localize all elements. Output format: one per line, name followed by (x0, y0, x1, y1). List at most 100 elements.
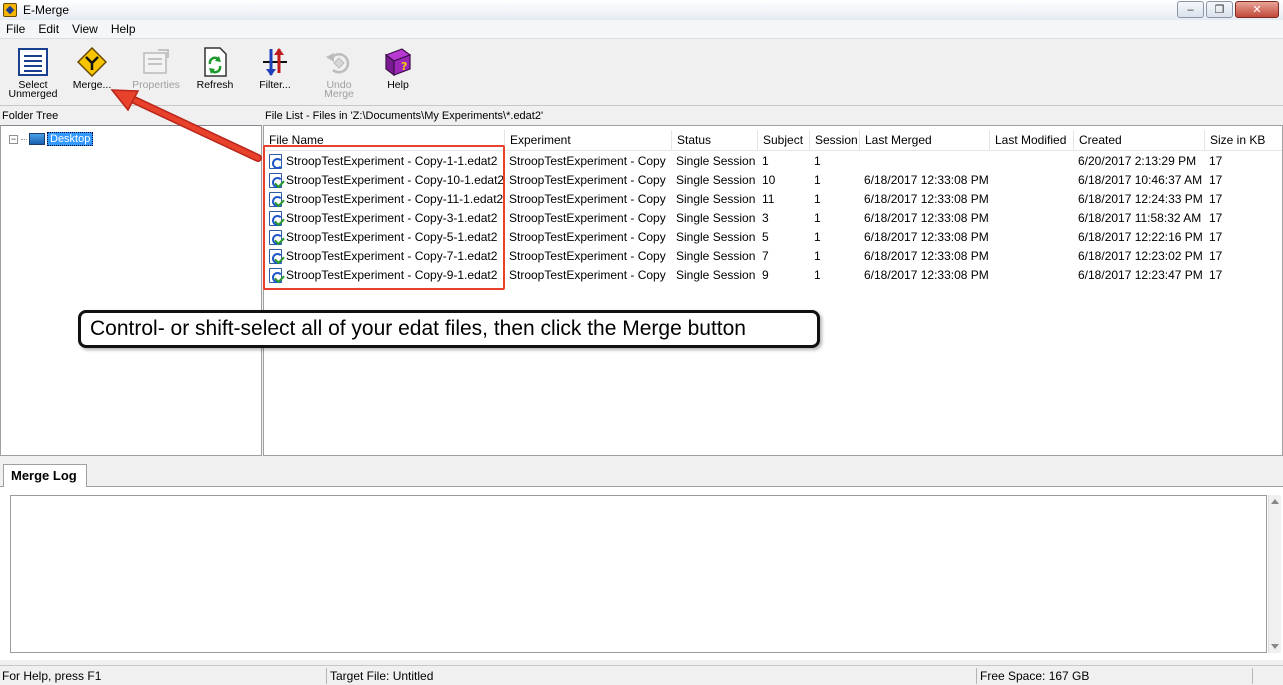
refresh-icon (199, 46, 231, 78)
cell-subject: 3 (762, 211, 769, 225)
close-button[interactable]: ✕ (1235, 1, 1279, 18)
instruction-callout: Control- or shift-select all of your eda… (78, 310, 820, 348)
cell-subject: 10 (762, 173, 776, 187)
help-button[interactable]: ? Help (369, 46, 427, 102)
help-book-icon: ? (382, 46, 414, 78)
cell-size: 17 (1209, 192, 1223, 206)
merge-log-scrollbar[interactable] (1268, 495, 1281, 653)
filter-button[interactable]: Filter... (246, 46, 304, 102)
cell-last-merged (864, 152, 988, 171)
table-row[interactable]: StroopTestExperiment - Copy-7-1.edat2 Str… (264, 247, 1282, 266)
properties-icon (140, 46, 172, 78)
cell-last-modified (994, 228, 1072, 247)
scroll-up-icon[interactable] (1271, 499, 1279, 504)
column-created[interactable]: Created (1074, 130, 1205, 150)
refresh-button[interactable]: Refresh (186, 46, 244, 102)
cell-session: 1 (814, 249, 821, 263)
cell-subject: 9 (762, 268, 769, 282)
cell-last-modified (994, 152, 1072, 171)
cell-subject: 7 (762, 249, 769, 263)
cell-last-merged: 6/18/2017 12:33:08 PM (864, 249, 988, 263)
pane-splitter[interactable] (0, 456, 1283, 464)
file-list-column-header: File Name Experiment Status Subject Sess… (264, 130, 1282, 151)
cell-status: Single Session (676, 230, 756, 244)
cell-last-modified (994, 209, 1072, 228)
column-session[interactable]: Session (810, 130, 860, 150)
menu-edit[interactable]: Edit (32, 22, 66, 36)
menu-view[interactable]: View (66, 22, 105, 36)
cell-file-name: StroopTestExperiment - Copy-1-1.edat2 (286, 154, 498, 168)
cell-created: 6/18/2017 12:22:16 PM (1078, 230, 1203, 244)
desktop-icon (29, 133, 45, 145)
cell-created: 6/18/2017 12:23:02 PM (1078, 249, 1203, 263)
tab-merge-log[interactable]: Merge Log (3, 464, 87, 487)
minimize-button[interactable]: – (1177, 1, 1204, 18)
cell-file-name: StroopTestExperiment - Copy-7-1.edat2 (286, 249, 498, 263)
window-controls: – ❐ ✕ (1177, 1, 1279, 18)
menu-file[interactable]: File (0, 22, 32, 36)
column-status[interactable]: Status (672, 130, 758, 150)
undo-merge-button[interactable]: Undo Merge (310, 46, 368, 102)
edat-file-icon (269, 173, 283, 188)
table-row[interactable]: StroopTestExperiment - Copy-1-1.edat2 Str… (264, 152, 1282, 171)
edat-file-icon (269, 192, 283, 207)
column-last-merged[interactable]: Last Merged (860, 130, 990, 150)
table-row[interactable]: StroopTestExperiment - Copy-11-1.edat2 St… (264, 190, 1282, 209)
tree-label-desktop[interactable]: Desktop (47, 132, 94, 146)
cell-experiment: StroopTestExperiment - Copy (509, 211, 666, 225)
column-experiment[interactable]: Experiment (505, 130, 672, 150)
table-row[interactable]: StroopTestExperiment - Copy-10-1.edat2 St… (264, 171, 1282, 190)
filter-label: Filter... (259, 79, 291, 91)
cell-created: 6/18/2017 11:58:32 AM (1078, 211, 1202, 225)
cell-last-modified (994, 171, 1072, 190)
tree-connector (21, 138, 27, 140)
cell-last-modified (994, 190, 1072, 209)
undo-merge-icon (323, 46, 355, 78)
cell-status: Single Session (676, 249, 756, 263)
file-list[interactable]: File Name Experiment Status Subject Sess… (263, 125, 1283, 456)
cell-size: 17 (1209, 154, 1223, 168)
file-list-header: File List - Files in 'Z:\Documents\My Ex… (263, 108, 1283, 125)
cell-file-name: StroopTestExperiment - Copy-3-1.edat2 (286, 211, 498, 225)
tree-node-desktop[interactable]: − Desktop (9, 132, 94, 146)
column-last-modified[interactable]: Last Modified (990, 130, 1074, 150)
cell-created: 6/18/2017 12:23:47 PM (1078, 268, 1203, 282)
restore-button[interactable]: ❐ (1206, 1, 1233, 18)
cell-size: 17 (1209, 230, 1223, 244)
select-unmerged-label: Select Unmerged (8, 79, 58, 100)
table-row[interactable]: StroopTestExperiment - Copy-9-1.edat2 Str… (264, 266, 1282, 285)
merge-log-pane (0, 486, 1283, 660)
cell-file-name: StroopTestExperiment - Copy-9-1.edat2 (286, 268, 498, 282)
merge-button[interactable]: Merge... (63, 46, 121, 102)
undo-merge-label: Undo Merge (324, 79, 354, 100)
folder-tree[interactable]: − Desktop (0, 125, 262, 456)
table-row[interactable]: StroopTestExperiment - Copy-3-1.edat2 Str… (264, 209, 1282, 228)
toolbar: Select Unmerged Merge... Properties Refr… (0, 40, 1283, 106)
merge-diamond-icon (76, 46, 108, 78)
cell-status: Single Session (676, 173, 756, 187)
refresh-label: Refresh (196, 79, 234, 91)
properties-button[interactable]: Properties (127, 46, 185, 102)
cell-status: Single Session (676, 268, 756, 282)
column-size[interactable]: Size in KB (1205, 130, 1282, 150)
select-unmerged-button[interactable]: Select Unmerged (4, 46, 62, 102)
cell-status: Single Session (676, 192, 756, 206)
status-help: For Help, press F1 (2, 669, 102, 683)
cell-file-name: StroopTestExperiment - Copy-10-1.edat2 (286, 173, 504, 187)
cell-session: 1 (814, 154, 821, 168)
column-subject[interactable]: Subject (758, 130, 810, 150)
menu-help[interactable]: Help (105, 22, 143, 36)
cell-last-merged: 6/18/2017 12:33:08 PM (864, 268, 988, 282)
filter-icon (259, 46, 291, 78)
collapse-icon[interactable]: − (9, 134, 18, 144)
table-row[interactable]: StroopTestExperiment - Copy-5-1.edat2 Str… (264, 228, 1282, 247)
emerge-app-icon[interactable] (3, 3, 17, 17)
column-file-name[interactable]: File Name (264, 130, 505, 150)
cell-session: 1 (814, 230, 821, 244)
scroll-down-icon[interactable] (1271, 644, 1279, 649)
cell-session: 1 (814, 211, 821, 225)
merge-log-textbox[interactable] (10, 495, 1267, 653)
status-free-space: Free Space: 167 GB (980, 669, 1090, 683)
title-bar: E-Merge – ❐ ✕ (0, 0, 1283, 20)
cell-session: 1 (814, 268, 821, 282)
